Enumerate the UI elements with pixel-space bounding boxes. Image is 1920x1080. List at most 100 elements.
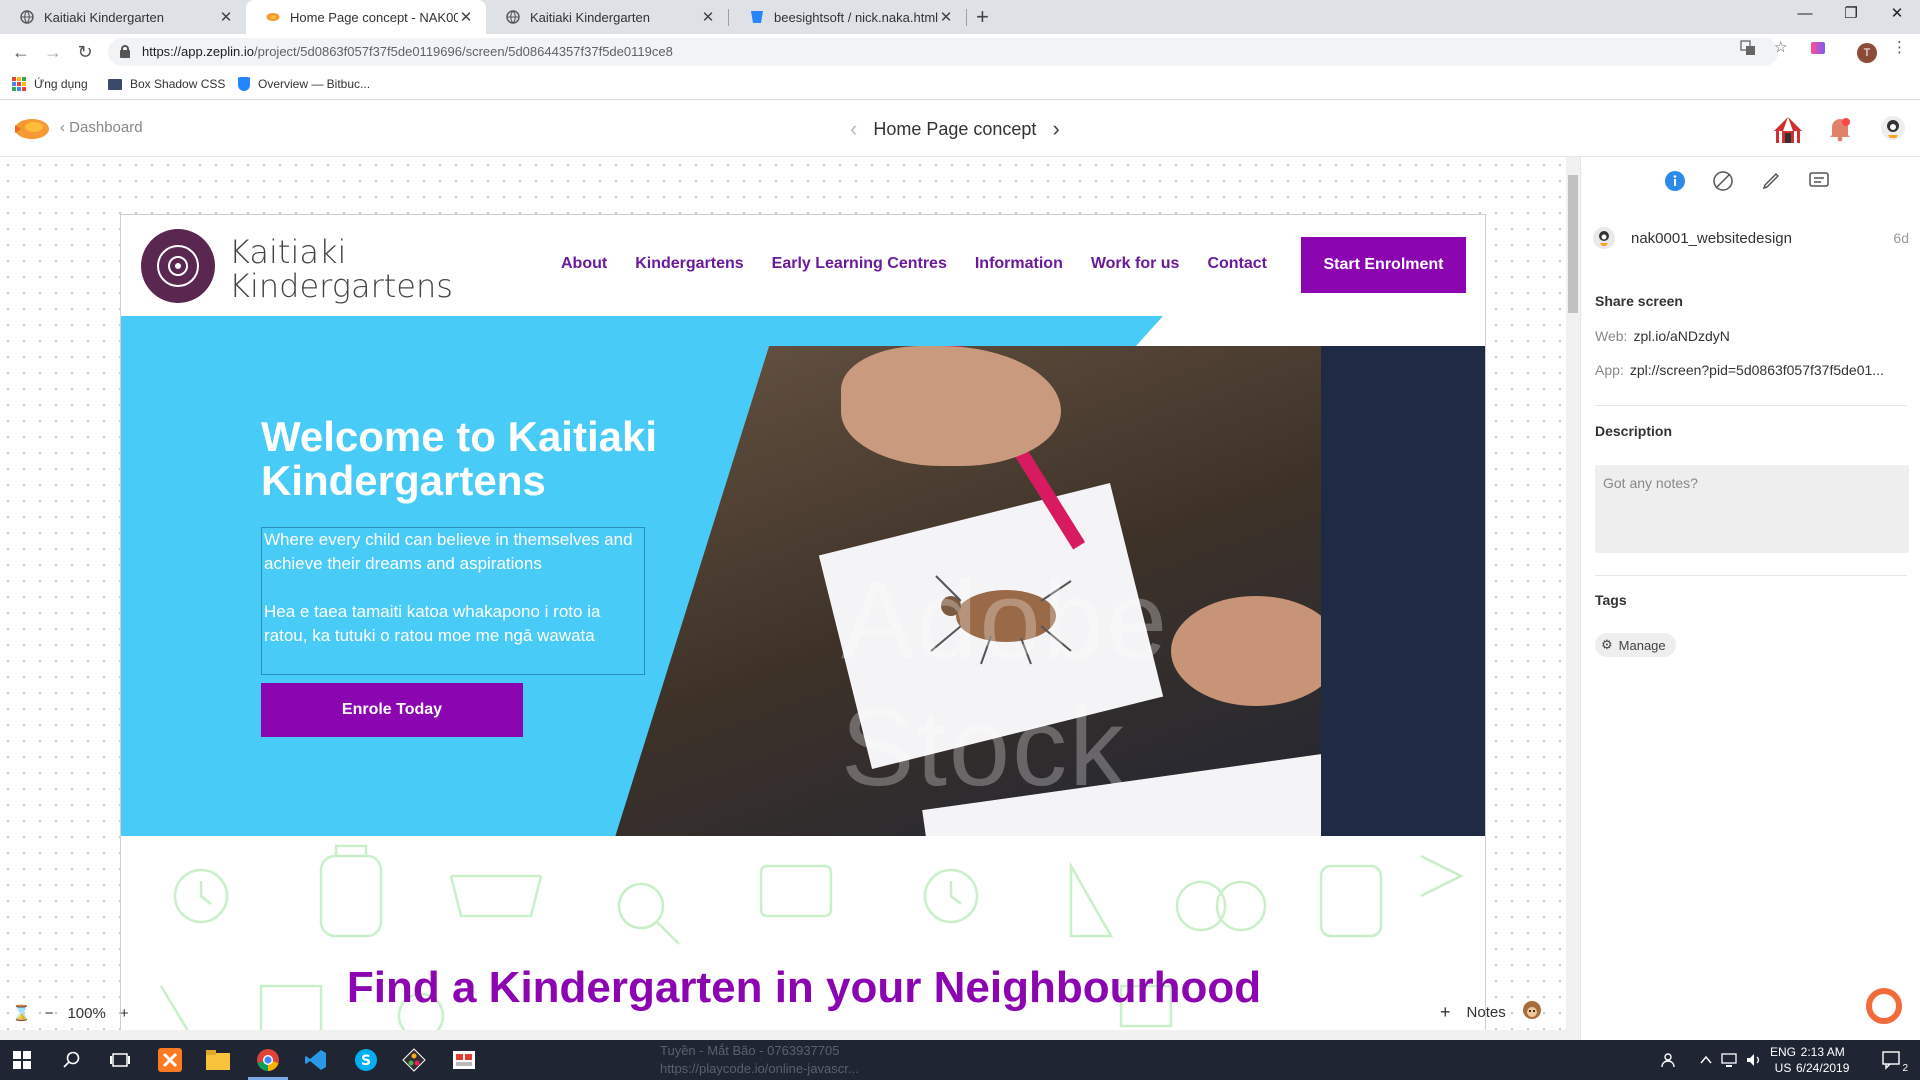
dashboard-back-link[interactable]: ‹ Dashboard — [60, 119, 143, 136]
bookmark-bitbucket[interactable]: Overview — Bitbuc... — [238, 77, 370, 91]
hourglass-icon[interactable]: ⌛ — [12, 1004, 31, 1022]
people-icon[interactable] — [1656, 1046, 1684, 1074]
browser-tab-title: Home Page concept - NAK0001- — [290, 9, 458, 25]
browser-tab-4[interactable]: beesightsoft / nick.naka.html — ✕ — [730, 0, 966, 34]
bitbucket-icon — [238, 77, 250, 91]
chrome-icon[interactable] — [254, 1046, 282, 1074]
start-enrolment-button[interactable]: Start Enrolment — [1301, 237, 1466, 293]
input-language[interactable]: ENG US — [1770, 1044, 1796, 1076]
share-app-link[interactable]: App: zpl://screen?pid=5d0863f057f37f5de01… — [1595, 362, 1911, 378]
bookmark-box-shadow[interactable]: Box Shadow CSS — [108, 77, 225, 91]
previous-screen-icon[interactable]: ‹ — [850, 116, 857, 142]
circus-tent-icon[interactable] — [1772, 115, 1804, 145]
close-tab-icon[interactable]: ✕ — [458, 8, 474, 26]
child-hand — [841, 346, 1061, 466]
browser-tab-title: Kaitiaki Kindergarten — [530, 9, 650, 25]
file-explorer-icon[interactable] — [204, 1046, 232, 1074]
volume-icon[interactable] — [1740, 1046, 1768, 1074]
back-arrow-icon[interactable]: ← — [8, 39, 34, 65]
styleguide-icon[interactable] — [1711, 169, 1735, 193]
zoom-controls: ⌛ − 100% + — [12, 998, 129, 1028]
scrollbar-thumb[interactable] — [1568, 175, 1578, 313]
add-note-button[interactable]: + — [1440, 1002, 1451, 1023]
browser-tab-title: beesightsoft / nick.naka.html — — [774, 9, 938, 25]
skype-icon[interactable]: S — [352, 1046, 380, 1074]
monkey-avatar-icon[interactable] — [1522, 1000, 1542, 1024]
screen-owner: nak0001_websitedesign 6d — [1593, 227, 1909, 249]
nav-contact[interactable]: Contact — [1207, 255, 1267, 273]
share-screen-heading: Share screen — [1595, 293, 1683, 309]
pen-icon[interactable] — [1759, 169, 1783, 193]
task-view-icon[interactable] — [106, 1046, 134, 1074]
zeplin-logo-icon[interactable] — [12, 113, 50, 143]
owner-age: 6d — [1893, 230, 1909, 246]
browser-tab-1[interactable]: Kaitiaki Kindergarten ✕ — [0, 0, 246, 34]
browser-tab-2[interactable]: Home Page concept - NAK0001- ✕ — [246, 0, 486, 34]
restore-window-icon[interactable]: ❐ — [1828, 0, 1874, 30]
nav-information[interactable]: Information — [975, 255, 1063, 273]
sidebar-tabs — [1581, 157, 1920, 207]
comments-icon[interactable] — [1807, 169, 1831, 193]
nav-work-for-us[interactable]: Work for us — [1091, 255, 1180, 273]
owner-avatar-icon — [1593, 227, 1615, 249]
screen-title-nav: ‹ Home Page concept › — [850, 116, 1060, 142]
bookmark-label: Overview — Bitbuc... — [258, 77, 371, 91]
bookmark-label: Ứng dụng — [34, 77, 88, 91]
sourcetree-icon[interactable] — [400, 1046, 428, 1074]
vscode-icon[interactable] — [302, 1046, 330, 1074]
bookmark-label: Box Shadow CSS — [130, 77, 226, 91]
zeplin-canvas[interactable]: Kaitiaki Kindergartens About Kindergarte… — [0, 157, 1566, 1040]
profile-avatar[interactable]: T — [1857, 43, 1877, 63]
system-clock[interactable]: 2:13 AM 6/24/2019 — [1796, 1044, 1849, 1076]
nav-about[interactable]: About — [561, 255, 607, 273]
zoom-in-button[interactable]: + — [120, 1005, 129, 1022]
snipping-tool-icon[interactable] — [450, 1046, 478, 1074]
globe-icon — [506, 10, 520, 24]
help-lifebuoy-icon[interactable] — [1866, 988, 1902, 1024]
forward-arrow-icon[interactable]: → — [40, 39, 66, 65]
canvas-vertical-scrollbar[interactable] — [1566, 157, 1580, 1040]
close-window-icon[interactable]: ✕ — [1874, 0, 1920, 30]
close-tab-icon[interactable]: ✕ — [938, 8, 954, 26]
tab-separator — [728, 9, 729, 26]
browser-tab-bar: Kaitiaki Kindergarten ✕ Home Page concep… — [0, 0, 1920, 34]
new-tab-button[interactable]: + — [976, 4, 989, 30]
close-tab-icon[interactable]: ✕ — [700, 8, 716, 26]
extension-icon[interactable] — [1810, 40, 1826, 60]
lock-icon — [120, 45, 130, 58]
zoom-out-button[interactable]: − — [45, 1005, 54, 1022]
bookmark-star-icon[interactable]: ☆ — [1774, 38, 1787, 56]
apps-grid-icon — [12, 77, 26, 91]
notes-toggle[interactable]: Notes — [1467, 1004, 1506, 1021]
search-icon[interactable] — [58, 1046, 86, 1074]
divider — [1595, 405, 1907, 406]
nav-kindergartens[interactable]: Kindergartens — [635, 255, 743, 273]
nav-early-learning-centres[interactable]: Early Learning Centres — [772, 255, 947, 273]
reload-icon[interactable]: ↻ — [72, 39, 98, 65]
action-center-icon[interactable]: 2 — [1878, 1046, 1908, 1074]
gear-icon: ⚙ — [1601, 637, 1613, 652]
close-tab-icon[interactable]: ✕ — [218, 8, 234, 26]
globe-icon — [20, 10, 34, 24]
artboard[interactable]: Kaitiaki Kindergartens About Kindergarte… — [120, 214, 1486, 1040]
info-icon[interactable] — [1663, 169, 1687, 193]
url-input[interactable]: https://app.zeplin.io/project/5d0863f057… — [108, 38, 1778, 66]
windows-taskbar: S Tuyền - Mắt Bão - 0763937705 https://p… — [0, 1040, 1920, 1080]
description-notes-input[interactable]: Got any notes? — [1595, 465, 1909, 553]
brand-name: Kaitiaki Kindergartens — [229, 233, 453, 305]
browser-tab-3[interactable]: Kaitiaki Kindergarten ✕ — [486, 0, 728, 34]
notifications-bell-icon[interactable] — [1826, 115, 1858, 145]
xampp-icon[interactable] — [156, 1046, 184, 1074]
bookmark-apps[interactable]: Ứng dụng — [12, 77, 88, 91]
manage-tags-button[interactable]: ⚙ Manage — [1595, 633, 1676, 657]
translate-icon[interactable] — [1740, 40, 1756, 60]
minimize-window-icon[interactable]: — — [1782, 0, 1828, 30]
enrole-today-button[interactable]: Enrole Today — [261, 683, 523, 737]
browser-menu-icon[interactable]: ⋮ — [1892, 38, 1907, 56]
user-avatar-icon[interactable] — [1880, 115, 1912, 145]
next-screen-icon[interactable]: › — [1052, 116, 1059, 142]
screen-info-sidebar: nak0001_websitedesign 6d Share screen We… — [1580, 157, 1920, 1040]
windows-start-icon[interactable] — [8, 1046, 36, 1074]
owner-name: nak0001_websitedesign — [1631, 229, 1792, 247]
share-web-link[interactable]: Web: zpl.io/aNDzdyN — [1595, 328, 1911, 344]
